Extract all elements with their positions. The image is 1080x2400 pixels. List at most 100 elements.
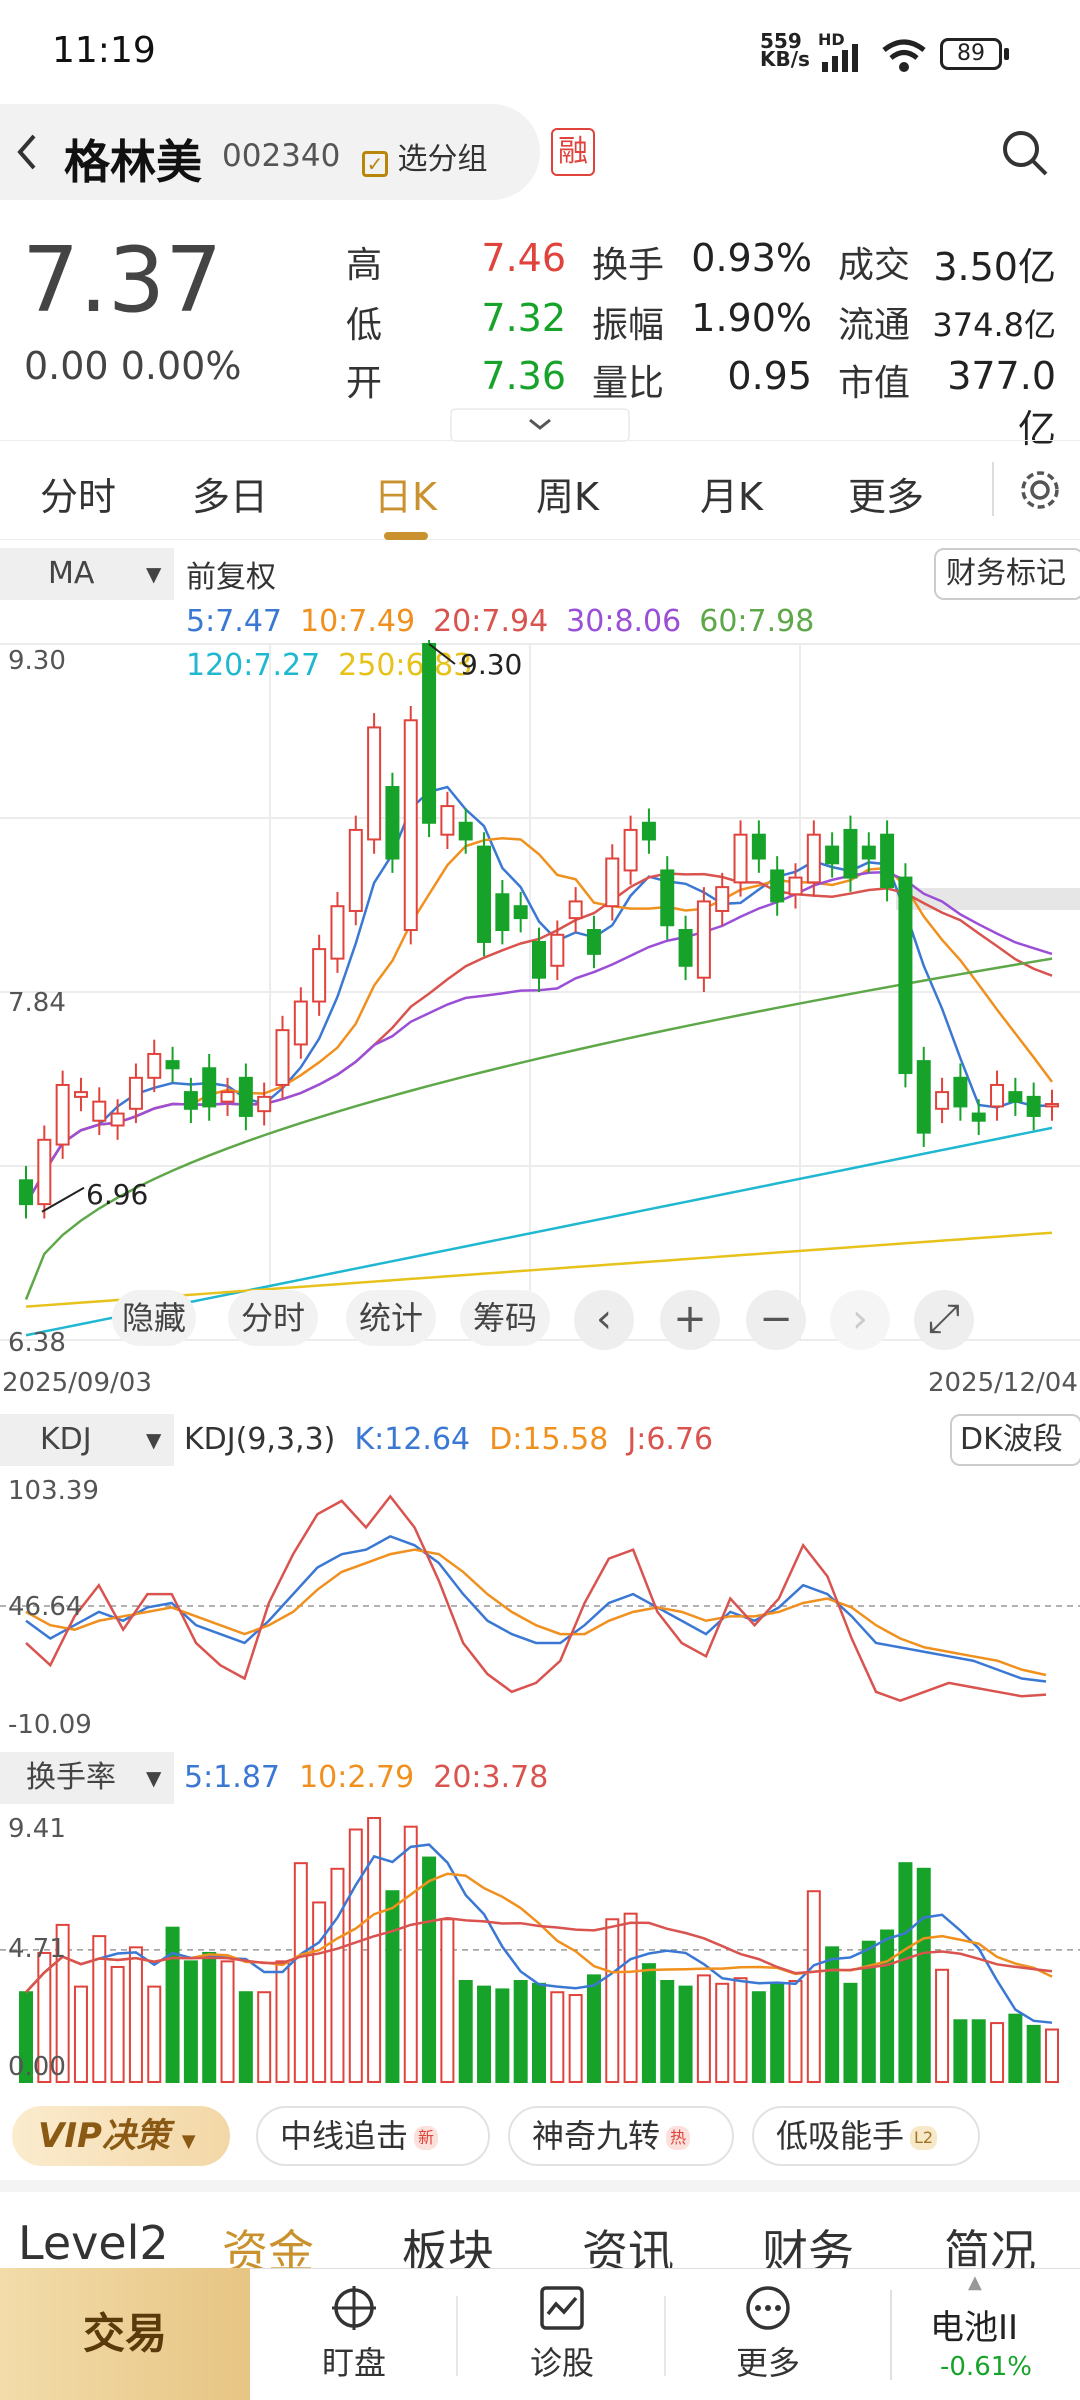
turnover-bar: [843, 1982, 858, 2084]
turnover-bar: [880, 1929, 895, 2084]
margin-trading-badge[interactable]: 融: [551, 128, 595, 176]
vip-label: VIP决策: [38, 2116, 170, 2156]
turnover-bar: [495, 1988, 510, 2084]
quote-value-1: 7.36: [481, 354, 566, 398]
adjust-mode: 前复权: [186, 560, 276, 595]
tab-4[interactable]: 周K: [536, 466, 599, 521]
candle: [660, 869, 675, 927]
candle: [293, 1000, 308, 1046]
candle: [477, 845, 492, 943]
expand-chevron-icon[interactable]: [450, 408, 630, 442]
turnover-bar: [788, 1980, 803, 2084]
kdj-legend: KDJ(9,3,3) K:12.64 D:15.58 J:6.76: [184, 1422, 713, 1457]
ma-legend-item: 10:7.49: [300, 604, 416, 639]
candle: [990, 1083, 1005, 1108]
candle: [92, 1100, 107, 1122]
candle: [440, 805, 455, 836]
dropdown-caret-icon: ▼: [146, 562, 162, 586]
vip-decision-button[interactable]: VIP决策 ▼: [12, 2106, 230, 2166]
bottom-item-3[interactable]: 更多: [708, 2338, 828, 2384]
chart-chip-1[interactable]: 隐藏: [112, 1290, 196, 1346]
turnover-chart[interactable]: [0, 1808, 1080, 2084]
ma-legend-item: 60:7.98: [699, 604, 815, 639]
bottom-tab-1[interactable]: Level2: [18, 2216, 169, 2270]
turnover-bar: [513, 1980, 528, 2084]
turnover-bar: [312, 1901, 327, 2083]
ma-legend-item: 30:8.06: [566, 604, 682, 639]
battery-tip: [1004, 48, 1009, 60]
chart-chip-2[interactable]: 分时: [228, 1290, 318, 1346]
tool-1[interactable]: 中线追击新: [256, 2106, 490, 2166]
candle: [641, 821, 656, 841]
candle: [605, 857, 620, 908]
candle: [238, 1076, 253, 1117]
zoom-out-icon[interactable]: −: [746, 1290, 806, 1350]
battery-level: 89: [957, 41, 985, 66]
change-pct: 0.00%: [120, 344, 242, 388]
stock-name: 格林美: [64, 135, 202, 189]
tab-1[interactable]: 分时: [40, 466, 116, 521]
turnover-y-bot: 0.00: [8, 2052, 66, 2082]
low-price-label: 6.96: [86, 1178, 149, 1211]
candle: [458, 821, 473, 841]
tab-3[interactable]: 日K: [374, 466, 437, 521]
tool-badge: 热: [666, 2126, 691, 2150]
net-speed: 559 KB/s: [760, 31, 810, 69]
turnover-m5: 5:1.87: [184, 1760, 280, 1795]
signal-icon: [822, 44, 858, 72]
turnover-bar: [128, 1946, 143, 2083]
candle: [971, 1112, 986, 1122]
turnover-bar: [422, 1856, 437, 2083]
turnover-bar: [1045, 2028, 1059, 2084]
sector-name[interactable]: 电池II: [930, 2300, 1018, 2349]
bottom-item-1[interactable]: 盯盘: [294, 2338, 414, 2384]
finance-mark-button[interactable]: 财务标记: [934, 548, 1080, 600]
candle: [513, 905, 528, 920]
chart-chip-3[interactable]: 统计: [346, 1290, 436, 1346]
quote-value-3: 377.0亿: [947, 354, 1056, 451]
candle: [532, 940, 546, 979]
tab-6[interactable]: 更多: [848, 466, 924, 521]
kdj-k: K:12.64: [354, 1422, 471, 1457]
chart-chip-4[interactable]: 筹码: [460, 1290, 550, 1346]
tool-3[interactable]: 低吸能手 L2: [752, 2106, 980, 2166]
quote-value-1: 7.32: [481, 296, 566, 340]
quote-value-3: 374.8亿: [932, 306, 1056, 344]
zoom-left-icon[interactable]: ‹: [574, 1290, 634, 1350]
turnover-bar: [605, 1918, 620, 2083]
candle: [550, 933, 565, 967]
turnover-selector[interactable]: 换手率 ▼: [0, 1752, 174, 1804]
tool-label: 低吸能手: [776, 2117, 905, 2155]
ma-selector[interactable]: MA ▼: [0, 548, 174, 600]
tool-label: 神奇九转: [532, 2117, 661, 2155]
back-icon[interactable]: [12, 132, 42, 172]
trade-button[interactable]: 交易: [0, 2268, 250, 2400]
turnover-bar: [990, 2022, 1005, 2083]
fullscreen-icon[interactable]: ⤢: [914, 1290, 974, 1350]
turnover-bar: [623, 1912, 638, 2083]
tool-badge: 新: [414, 2126, 439, 2150]
bottom-item-2[interactable]: 诊股: [502, 2338, 622, 2384]
turnover-legend: 5:1.87 10:2.79 20:3.78: [184, 1760, 548, 1795]
kline-chart[interactable]: [0, 640, 1080, 1360]
zoom-in-icon[interactable]: +: [660, 1290, 720, 1350]
settings-gear-icon[interactable]: [1016, 466, 1064, 514]
dk-band-button[interactable]: DK波段: [950, 1414, 1080, 1466]
turnover-bar: [403, 1825, 418, 2084]
tab-2[interactable]: 多日: [192, 466, 268, 521]
stock-header: 格林美 002340 ✓ 选分组: [0, 104, 540, 200]
candle: [367, 726, 382, 841]
search-icon[interactable]: [1000, 128, 1050, 178]
kdj-d: D:15.58: [489, 1422, 609, 1457]
candle: [825, 845, 840, 865]
turnover-bar: [660, 1980, 675, 2084]
kdj-selector[interactable]: KDJ ▼: [0, 1414, 174, 1466]
turnover-bar: [825, 1946, 840, 2083]
zoom-right-icon[interactable]: ›: [830, 1290, 890, 1350]
tab-5[interactable]: 月K: [700, 466, 763, 521]
tool-2[interactable]: 神奇九转热: [508, 2106, 734, 2166]
candle: [880, 833, 895, 889]
candle: [257, 1095, 272, 1113]
select-group-button[interactable]: ✓ 选分组: [362, 134, 488, 178]
kdj-chart[interactable]: [0, 1470, 1080, 1744]
